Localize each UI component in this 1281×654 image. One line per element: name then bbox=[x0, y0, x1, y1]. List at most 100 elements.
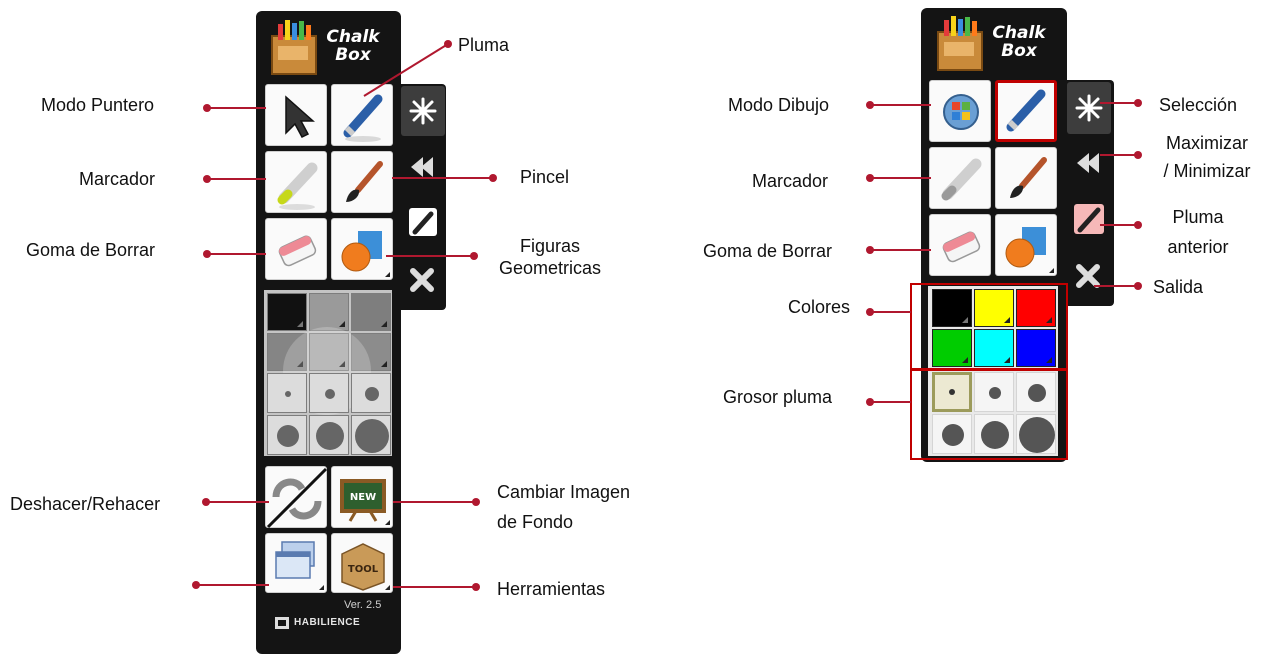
logo-text-box: Box bbox=[1001, 41, 1037, 61]
paintbrush-icon bbox=[1010, 157, 1047, 198]
eraser-icon bbox=[942, 231, 981, 263]
eraser-button[interactable] bbox=[929, 214, 991, 276]
corner-indicator bbox=[962, 317, 968, 323]
corner-indicator bbox=[385, 520, 390, 525]
label-pen: Pluma bbox=[458, 35, 510, 55]
corner-indicator bbox=[385, 272, 390, 277]
previous-pen-button[interactable] bbox=[1069, 200, 1109, 238]
callout-line bbox=[210, 253, 266, 255]
size-cell-1[interactable] bbox=[267, 373, 307, 413]
callout-dot bbox=[489, 174, 497, 182]
selection-button[interactable] bbox=[1067, 82, 1111, 134]
corner-indicator bbox=[962, 357, 968, 363]
brush-button[interactable] bbox=[331, 151, 393, 213]
callout-line bbox=[873, 104, 931, 106]
tool-badge-text: TOOL bbox=[348, 564, 379, 575]
shapes-button[interactable] bbox=[331, 218, 393, 280]
version-text: Ver. 2.5 bbox=[344, 599, 382, 611]
callout-line bbox=[209, 501, 269, 503]
exit-button[interactable] bbox=[406, 264, 438, 296]
color-swatch-black[interactable] bbox=[932, 289, 972, 327]
label-pointer-mode: Modo Puntero bbox=[41, 95, 155, 115]
label-tools: Herramientas bbox=[497, 579, 606, 599]
callout-line bbox=[210, 178, 266, 180]
size-cell-6[interactable] bbox=[351, 415, 391, 455]
label-previous-pen: Pluma anterior bbox=[1148, 206, 1248, 258]
maximize-minimize-button[interactable] bbox=[1069, 146, 1109, 180]
label-change-bg-line1: Cambiar Imagen bbox=[497, 482, 631, 502]
callout-line bbox=[1094, 285, 1136, 287]
shapes-button[interactable] bbox=[995, 214, 1057, 276]
callout-line bbox=[873, 401, 911, 403]
drawing-mode-button[interactable] bbox=[929, 80, 991, 142]
callout-line bbox=[873, 249, 931, 251]
size-cell-5[interactable] bbox=[309, 415, 349, 455]
size-cell-2[interactable] bbox=[309, 373, 349, 413]
callout-dot bbox=[472, 583, 480, 591]
size-cell-4[interactable] bbox=[267, 415, 307, 455]
color-swatch-blue[interactable] bbox=[1016, 329, 1056, 367]
label-selection: Selección bbox=[1159, 95, 1238, 115]
corner-indicator bbox=[1049, 268, 1054, 273]
color-swatch-green[interactable] bbox=[932, 329, 972, 367]
undo-redo-button[interactable] bbox=[265, 466, 328, 529]
label-eraser: Goma de Borrar bbox=[26, 240, 156, 260]
corner-indicator bbox=[385, 585, 390, 590]
previous-pen-button[interactable] bbox=[403, 204, 443, 240]
label-maximize-minimize: Maximizar / Minimizar bbox=[1142, 132, 1272, 182]
corner-indicator bbox=[1046, 357, 1052, 363]
new-badge-text: NEW bbox=[350, 492, 376, 503]
bag-icon bbox=[937, 16, 983, 71]
brand-logo: HABILIENCE bbox=[274, 615, 384, 633]
callout-line bbox=[393, 586, 473, 588]
windows-button[interactable] bbox=[265, 533, 327, 593]
callout-line bbox=[199, 584, 269, 586]
corner-indicator bbox=[1004, 357, 1010, 363]
callout-line bbox=[210, 107, 266, 109]
pen-button-selected[interactable] bbox=[995, 80, 1057, 142]
marker-button[interactable] bbox=[265, 151, 327, 213]
callout-line bbox=[393, 501, 473, 503]
eraser-button[interactable] bbox=[265, 218, 327, 280]
label-change-background: Cambiar Imagen de Fondo bbox=[497, 481, 630, 533]
pen-icon bbox=[1006, 89, 1046, 132]
label-pen-thickness: Grosor pluma bbox=[723, 387, 833, 407]
corner-indicator bbox=[1004, 317, 1010, 323]
exit-button[interactable] bbox=[1072, 260, 1104, 292]
callout-line bbox=[392, 177, 490, 179]
tools-button[interactable]: TOOL bbox=[331, 533, 393, 593]
chalkbox-logo: Chalk Box bbox=[930, 12, 1060, 74]
brush-small-icon bbox=[409, 208, 437, 236]
color-swatch-red[interactable] bbox=[1016, 289, 1056, 327]
bag-icon bbox=[271, 20, 317, 75]
windows-logo-icon bbox=[943, 94, 979, 130]
label-prev-pen-line1: Pluma bbox=[1172, 207, 1224, 227]
label-brush: Pincel bbox=[520, 167, 570, 187]
callout-line bbox=[1100, 102, 1136, 104]
label-colors: Colores bbox=[788, 297, 851, 317]
pointer-mode-button[interactable] bbox=[265, 84, 327, 146]
marker-icon bbox=[941, 158, 982, 201]
label-shapes-line2: Geometricas bbox=[498, 258, 602, 278]
callout-line bbox=[1100, 154, 1136, 156]
callout-line bbox=[873, 177, 931, 179]
size-cell-3[interactable] bbox=[351, 373, 391, 413]
color-swatch-cyan[interactable] bbox=[974, 329, 1014, 367]
brush-button[interactable] bbox=[995, 147, 1057, 209]
paintbrush-icon bbox=[346, 161, 383, 202]
label-maximize-line2: / Minimizar bbox=[1163, 161, 1251, 181]
label-exit: Salida bbox=[1153, 277, 1204, 297]
change-background-button[interactable]: NEW bbox=[331, 466, 393, 528]
label-eraser: Goma de Borrar bbox=[703, 241, 833, 261]
label-undo-redo: Deshacer/Rehacer bbox=[10, 494, 161, 514]
eraser-icon bbox=[278, 235, 317, 267]
undo-redo-icon bbox=[266, 467, 328, 529]
marker-button[interactable] bbox=[929, 147, 991, 209]
brand-icon bbox=[275, 617, 289, 629]
thickness-highlight-box bbox=[910, 368, 1068, 460]
color-swatch-yellow[interactable] bbox=[974, 289, 1014, 327]
close-icon bbox=[1076, 264, 1100, 288]
arrow-cursor-icon bbox=[285, 95, 315, 138]
label-shapes: Figuras Geometricas bbox=[480, 235, 620, 279]
label-prev-pen-line2: anterior bbox=[1167, 237, 1229, 257]
